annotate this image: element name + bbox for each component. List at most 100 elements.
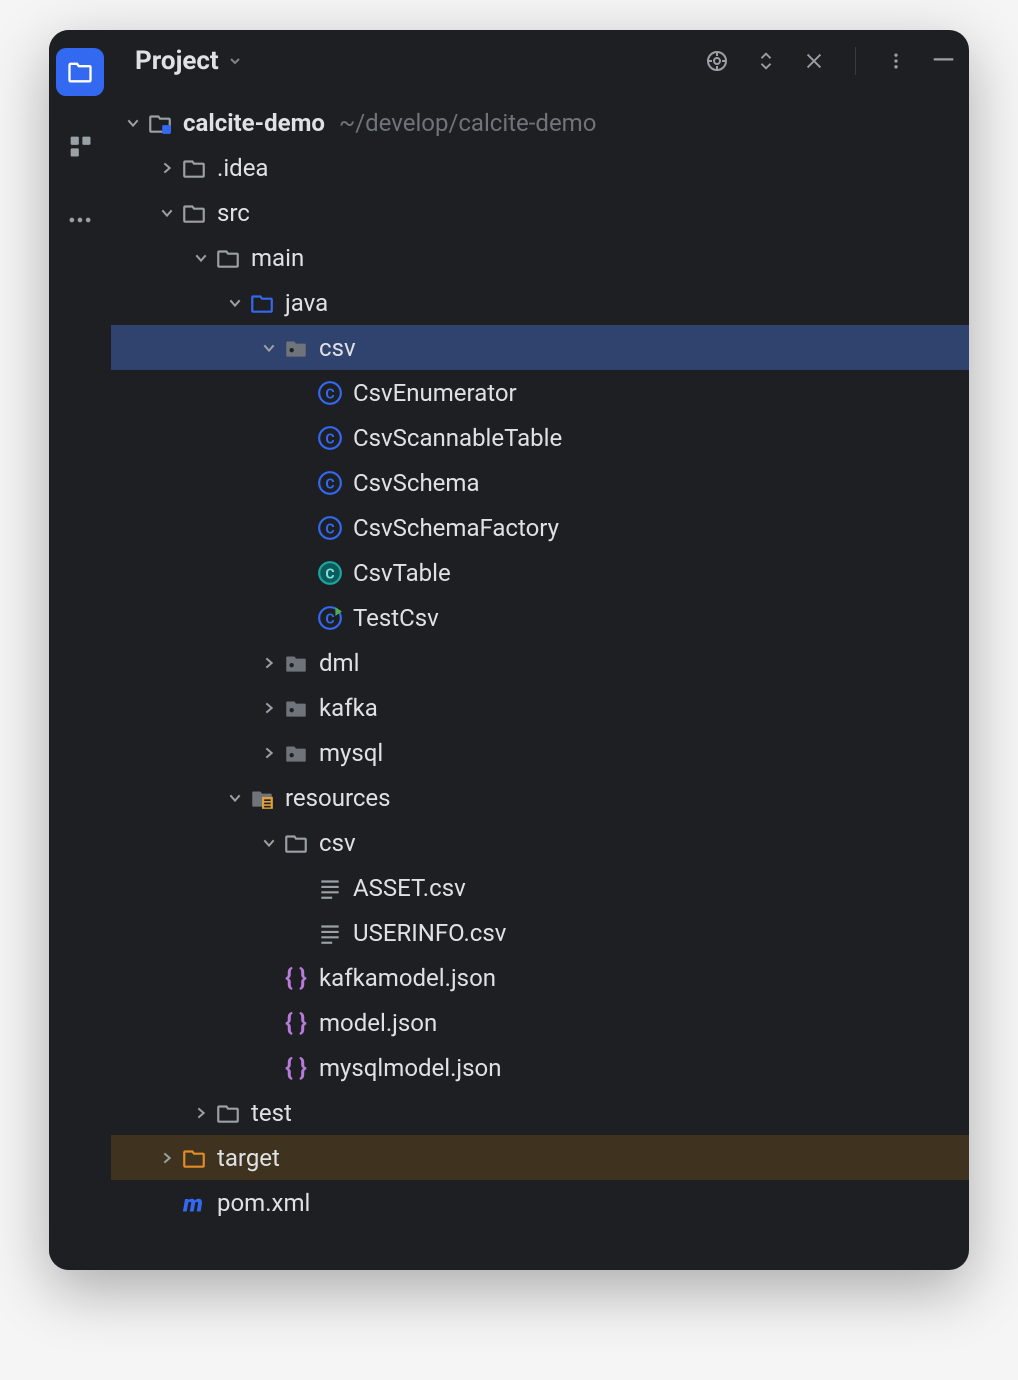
resources-icon [249,785,275,811]
tree-item[interactable]: csv [111,325,969,370]
class-icon: C [317,425,343,451]
folder-icon [283,830,309,856]
svg-text:m: m [182,1190,203,1216]
tree-item[interactable]: C CsvSchema [111,460,969,505]
chevron-right-icon[interactable] [255,655,283,671]
more-tool-button[interactable] [56,196,104,244]
panel-header: Project [111,30,969,92]
tree-item[interactable]: mpom.xml [111,1180,969,1225]
textfile-icon [317,920,343,946]
tree-item-label: target [217,1144,280,1172]
folder-icon [215,1100,241,1126]
chevron-right-icon[interactable] [153,1150,181,1166]
hide-panel-button[interactable]: — [932,46,955,76]
chevron-right-icon[interactable] [187,1105,215,1121]
svg-text:C: C [325,386,334,402]
svg-text:{ }: { } [285,1010,307,1036]
tree-item-label: TestCsv [353,604,439,632]
tree-item[interactable]: kafka [111,685,969,730]
tree-item[interactable]: dml [111,640,969,685]
tree-item[interactable]: target [111,1135,969,1180]
tree-item-label: CsvSchemaFactory [353,514,559,542]
tree-item-label: main [251,244,304,272]
tree-item[interactable]: java [111,280,969,325]
project-view-selector[interactable]: Project [135,46,243,76]
chevron-down-icon [227,46,243,76]
tree-item-hint: ~/develop/calcite-demo [339,109,597,137]
tree-item[interactable]: C CsvTable [111,550,969,595]
tree-item-label: calcite-demo [183,109,325,137]
tree-item[interactable]: main [111,235,969,280]
tree-item[interactable]: ASSET.csv [111,865,969,910]
maven-icon: m [181,1190,207,1216]
folder-source-icon [249,290,275,316]
tree-item-label: ASSET.csv [353,874,466,902]
chevron-right-icon[interactable] [153,160,181,176]
tree-item[interactable]: C CsvScannableTable [111,415,969,460]
svg-text:C: C [325,611,334,627]
tree-item[interactable]: { }mysqlmodel.json [111,1045,969,1090]
tree-item[interactable]: calcite-demo ~/develop/calcite-demo [111,100,969,145]
chevron-down-icon[interactable] [221,790,249,806]
json-icon: { } [283,1010,309,1036]
tree-item[interactable]: { } model.json [111,1000,969,1045]
tree-item-label: mysql [319,739,383,767]
tree-item[interactable]: C CsvSchemaFactory [111,505,969,550]
tree-item[interactable]: .idea [111,145,969,190]
tree-item-label: CsvTable [353,559,451,587]
tree-item[interactable]: test [111,1090,969,1135]
tree-item[interactable]: USERINFO.csv [111,910,969,955]
package-icon [283,335,309,361]
package-icon [283,740,309,766]
class-alt-icon: C [317,560,343,586]
tree-item[interactable]: csv [111,820,969,865]
chevron-right-icon[interactable] [255,745,283,761]
chevron-down-icon[interactable] [119,115,147,131]
tree-item[interactable]: C CsvEnumerator [111,370,969,415]
tree-item-label: CsvEnumerator [353,379,517,407]
tree-item-label: src [217,199,250,227]
close-icon[interactable] [803,50,825,72]
structure-tool-button[interactable] [56,122,104,170]
class-icon: C [317,515,343,541]
class-icon: C [317,470,343,496]
class-run-icon: C [317,605,343,631]
svg-text:C: C [325,566,334,582]
tree-item-label: test [251,1099,292,1127]
tree-item[interactable]: { }kafkamodel.json [111,955,969,1000]
svg-text:C: C [325,431,334,447]
folder-icon [181,200,207,226]
tree-item-label: .idea [217,154,268,182]
chevron-down-icon[interactable] [221,295,249,311]
class-icon: C [317,380,343,406]
tree-item[interactable]: mysql [111,730,969,775]
textfile-icon [317,875,343,901]
tree-item-label: CsvSchema [353,469,480,497]
select-opened-file-icon[interactable] [705,49,729,73]
chevron-down-icon[interactable] [255,340,283,356]
tree-item-label: model.json [319,1009,437,1037]
tree-item-label: kafka [319,694,378,722]
svg-text:C: C [325,476,334,492]
package-icon [283,695,309,721]
tree-item[interactable]: src [111,190,969,235]
chevron-down-icon[interactable] [255,835,283,851]
folder-excluded-icon [181,1145,207,1171]
chevron-right-icon[interactable] [255,700,283,716]
tree-item-label: CsvScannableTable [353,424,562,452]
svg-text:{ }: { } [285,965,307,991]
tree-item-label: csv [319,829,356,857]
json-icon: { } [283,965,309,991]
project-tree[interactable]: calcite-demo ~/develop/calcite-demo .idea s… [111,92,969,1270]
tree-item-label: USERINFO.csv [353,919,506,947]
package-icon [283,650,309,676]
folder-icon [215,245,241,271]
tree-item[interactable]: resources [111,775,969,820]
tree-item[interactable]: C TestCsv [111,595,969,640]
expand-collapse-icon[interactable] [755,50,777,72]
project-tool-button[interactable] [56,48,104,96]
module-icon [147,110,173,136]
chevron-down-icon[interactable] [153,205,181,221]
options-icon[interactable] [886,51,906,71]
chevron-down-icon[interactable] [187,250,215,266]
